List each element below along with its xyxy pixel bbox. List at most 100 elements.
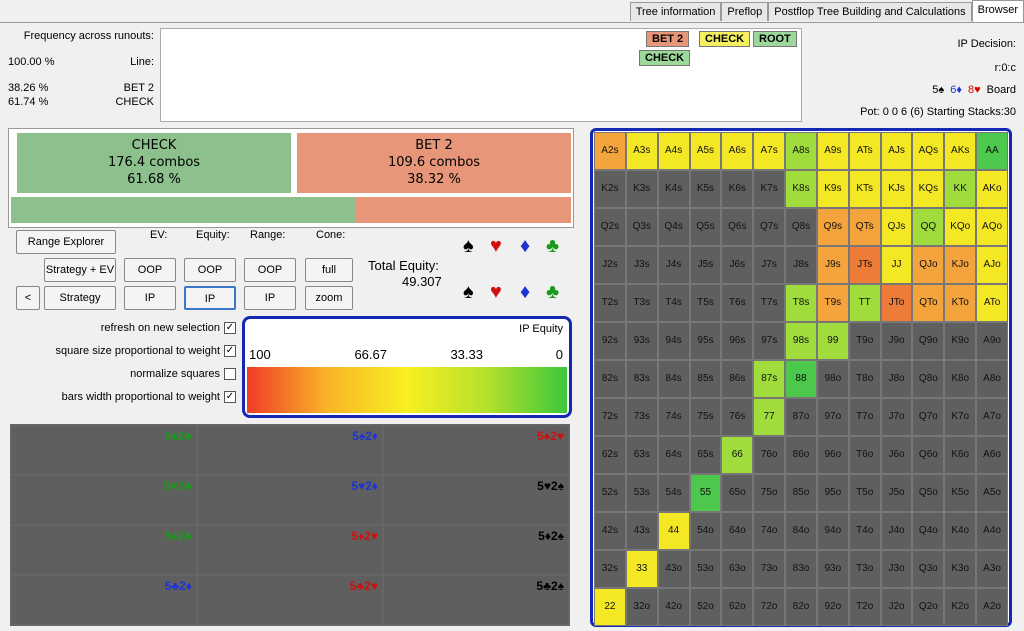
hand-cell[interactable]: J4o [880,512,913,550]
hand-cell[interactable]: 92s [594,322,626,360]
combo-cell[interactable]: 5♥2♣ [11,475,197,525]
hand-cell[interactable]: T4s [657,284,690,322]
square-size-checkbox[interactable]: ✓ [224,345,236,357]
hand-cell[interactable]: 87o [785,398,817,436]
hand-cell[interactable]: 73o [753,550,786,588]
hand-cell[interactable]: KJo [944,246,977,284]
hand-cell[interactable]: 84s [657,360,690,398]
hand-cell[interactable]: Q2s [594,208,626,246]
strategy-bet[interactable]: BET 2 109.6 combos 38.32 % [297,133,571,193]
hand-cell[interactable]: K6s [721,170,754,208]
hand-cell[interactable]: J7s [753,246,786,284]
strategy-ev-button[interactable]: Strategy + EV [44,258,116,282]
combo-cell[interactable]: 5♠2♦ [197,425,383,475]
hand-cell[interactable]: K5o [944,474,977,512]
hand-cell[interactable]: 94o [816,512,849,550]
hand-cell[interactable]: KJs [880,170,913,208]
hand-cell[interactable]: KK [944,170,977,208]
hand-cell[interactable]: K8o [944,360,977,398]
hand-cell[interactable]: A9s [816,132,849,170]
hand-cell[interactable]: Q8o [912,360,945,398]
hand-cell[interactable]: 42o [657,588,690,626]
hand-cell[interactable]: 65o [721,474,754,512]
hand-cell[interactable]: TT [848,284,881,322]
hand-cell[interactable]: AJo [976,246,1008,284]
combo-cell[interactable]: 5♣2♠ [383,575,569,625]
hand-cell[interactable]: J4s [657,246,690,284]
hand-cell[interactable]: QJs [880,208,913,246]
hand-cell[interactable]: A6o [976,436,1008,474]
hand-cell[interactable]: AKs [944,132,977,170]
hand-cell[interactable]: ATs [848,132,881,170]
hand-cell[interactable]: 75o [753,474,786,512]
hand-cell[interactable]: KQo [944,208,977,246]
hand-cell[interactable]: Q8s [785,208,817,246]
hand-cell[interactable]: T4o [848,512,881,550]
combo-cell[interactable]: 5♦2♠ [383,525,569,575]
hand-cell[interactable]: AQs [912,132,945,170]
hand-cell[interactable]: 93o [816,550,849,588]
hand-cell[interactable]: A9o [976,322,1008,360]
hand-cell[interactable]: Q9s [816,208,849,246]
hand-cell[interactable]: J2o [880,588,913,626]
hand-cell[interactable]: T3s [625,284,658,322]
hand-cell[interactable]: 32o [625,588,658,626]
hand-cell[interactable]: QTo [912,284,945,322]
hand-cell[interactable]: T5s [689,284,722,322]
hand-cell[interactable]: T3o [848,550,881,588]
tab-tree-information[interactable]: Tree information [629,2,722,21]
hand-cell[interactable]: 76s [721,398,754,436]
hand-cell[interactable]: J7o [880,398,913,436]
hand-cell[interactable]: Q9o [912,322,945,360]
hand-cell[interactable]: K8s [785,170,817,208]
hand-cell[interactable]: A4s [657,132,690,170]
hand-cell[interactable]: 53o [689,550,722,588]
hand-cell[interactable]: K2o [944,588,977,626]
hand-cell[interactable]: K3o [944,550,977,588]
hand-cell[interactable]: 44 [657,512,690,550]
combo-cell[interactable]: 5♥2♠ [383,475,569,525]
hand-cell[interactable]: 82s [594,360,626,398]
hand-cell[interactable]: 93s [625,322,658,360]
hand-cell[interactable]: J6s [721,246,754,284]
refresh-option[interactable]: refresh on new selection ✓ [101,322,236,334]
hand-cell[interactable]: T8s [785,284,817,322]
strategy-check[interactable]: CHECK 176.4 combos 61.68 % [17,133,291,193]
hand-cell[interactable]: Q3o [912,550,945,588]
hand-cell[interactable]: 85o [785,474,817,512]
hand-cell[interactable]: A7s [753,132,786,170]
hand-cell[interactable]: A5o [976,474,1008,512]
hand-cell[interactable]: T8o [848,360,881,398]
hand-cell[interactable]: T7o [848,398,881,436]
square-size-option[interactable]: square size proportional to weight ✓ [56,345,236,357]
hand-cell[interactable]: 66 [721,436,754,474]
hand-cell[interactable]: K3s [625,170,658,208]
hand-cell[interactable]: KQs [912,170,945,208]
hand-cell[interactable]: 54o [689,512,722,550]
hand-cell[interactable]: 33 [625,550,658,588]
tree-node-root[interactable]: ROOT [753,31,797,47]
bars-width-checkbox[interactable]: ✓ [224,391,236,403]
hand-cell[interactable]: T2s [594,284,626,322]
hand-cell[interactable]: J8s [785,246,817,284]
tree-node-check-2[interactable]: CHECK [639,50,691,66]
hand-cell[interactable]: 95o [816,474,849,512]
hand-cell[interactable]: K6o [944,436,977,474]
hand-cell[interactable]: Q7o [912,398,945,436]
hand-cell[interactable]: A2o [976,588,1008,626]
hand-cell[interactable]: Q3s [625,208,658,246]
hand-cell[interactable]: 55 [689,474,722,512]
hand-cell[interactable]: 85s [689,360,722,398]
hand-cell[interactable]: J6o [880,436,913,474]
hand-cell[interactable]: K4s [657,170,690,208]
hand-cell[interactable]: 82o [785,588,817,626]
hand-cell[interactable]: 65s [689,436,722,474]
hand-cell[interactable]: 76o [753,436,786,474]
hand-cell[interactable]: 84o [785,512,817,550]
hand-cell[interactable]: T6s [721,284,754,322]
hand-cell[interactable]: K9o [944,322,977,360]
hand-cell[interactable]: K9s [816,170,849,208]
hand-cell[interactable]: K4o [944,512,977,550]
hand-cell[interactable]: 96o [816,436,849,474]
hand-cell[interactable]: J8o [880,360,913,398]
